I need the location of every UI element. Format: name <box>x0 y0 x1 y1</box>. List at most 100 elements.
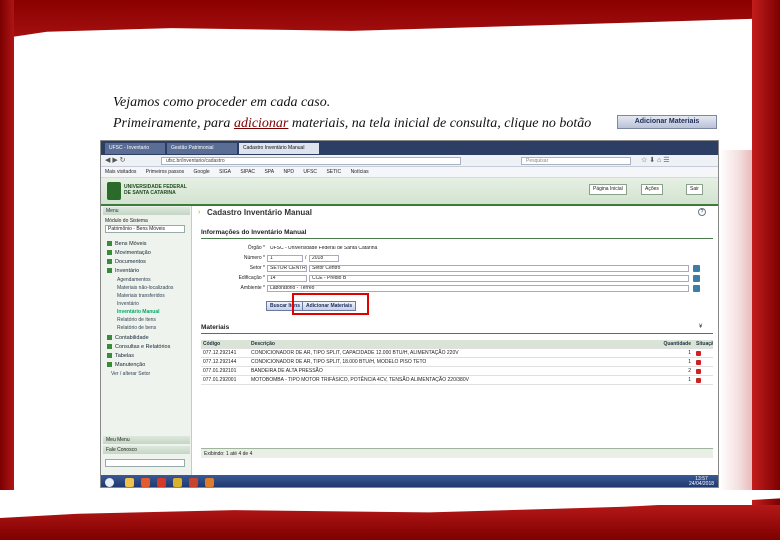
table-footer: Exibindo: 1 até 4 de 4 <box>201 448 713 458</box>
table-row[interactable]: 077.01.292001 MOTOBOMBA - TIPO MOTOR TRI… <box>201 376 713 385</box>
table-header-row: Código Descrição Quantidade Situação <box>201 340 713 349</box>
bookmark[interactable]: SETIC <box>326 169 341 175</box>
col-header[interactable]: Quantidade <box>661 340 691 348</box>
sidebar-subitem[interactable]: Agendamentos <box>117 277 151 283</box>
setor-code-field[interactable]: SETOR CENTRO <box>267 265 307 272</box>
field-label: Edificação * <box>238 275 265 281</box>
col-header[interactable]: Código <box>203 340 243 348</box>
folder-icon <box>107 250 112 256</box>
nav-arrows-icon[interactable]: ◀ ▶ ↻ <box>105 157 126 165</box>
edificacao-code-field[interactable]: 14 <box>267 275 307 282</box>
cell-qty: 1 <box>688 377 691 383</box>
title-arrow-icon: › <box>198 209 201 216</box>
numero-field[interactable]: 1 <box>267 255 303 262</box>
ano-field[interactable]: 2018 <box>309 255 339 262</box>
url-input[interactable]: ufsc.br/inventario/cadastro <box>161 157 461 165</box>
table-row[interactable]: 077.12.292141 CONDICIONADOR DE AR, TIPO … <box>201 349 713 358</box>
col-header[interactable]: Descrição <box>251 340 651 348</box>
lookup-icon[interactable] <box>693 275 700 282</box>
cell-code: 077.12.292141 <box>203 350 237 356</box>
sidebar-item-consultas[interactable]: Consultas e Relatórios <box>107 344 170 350</box>
sidebar-menu-header[interactable]: Menu <box>103 207 190 215</box>
delete-icon[interactable] <box>696 349 713 357</box>
slide-intro-text: Vejamos como proceder em cada caso. <box>113 95 331 110</box>
setor-name-field[interactable]: Setor Centro <box>309 265 689 272</box>
browser-tab[interactable]: UFSC - Inventario <box>105 143 165 154</box>
sidebar-item-tabelas[interactable]: Tabelas <box>107 353 134 359</box>
bookmark[interactable]: SPA <box>264 169 274 175</box>
chrome-icon[interactable] <box>173 478 182 487</box>
bookmark[interactable]: Notícias <box>351 169 369 175</box>
sidebar-subitem[interactable]: Materiais não-localizados <box>117 285 173 291</box>
my-menu-header[interactable]: Meu Menu <box>103 436 190 444</box>
change-sector-link[interactable]: Ver / alterar Setor <box>111 371 150 377</box>
sidebar-item-bens-moveis[interactable]: Bens Móveis <box>107 241 147 247</box>
bookmark[interactable]: Primeiros passos <box>146 169 184 175</box>
cell-code: 077.01.292101 <box>203 368 237 374</box>
instr-emphasis: adicionar <box>233 116 289 131</box>
field-label: Setor * <box>249 265 265 271</box>
browser-tab[interactable]: Gestão Patrimonial <box>167 143 237 154</box>
bookmark[interactable]: SIGA <box>219 169 231 175</box>
presentation-icon[interactable] <box>205 478 214 487</box>
delete-icon[interactable] <box>696 358 713 366</box>
add-materials-button-image[interactable]: Adicionar Materiais <box>617 115 717 129</box>
cell-qty: 1 <box>688 359 691 365</box>
section-divider <box>201 238 713 239</box>
bookmark[interactable]: Mais visitados <box>105 169 136 175</box>
collapse-icon[interactable]: ¥ <box>699 324 702 330</box>
actions-button[interactable]: Ações <box>641 184 663 195</box>
search-input[interactable]: Pesquisar <box>521 157 631 165</box>
folder-icon[interactable] <box>125 478 134 487</box>
table-row[interactable]: 077.01.292101 BANDEIRA DE ALTA PRESSÃO 2 <box>201 367 713 376</box>
app-icon[interactable] <box>189 478 198 487</box>
sidebar-subitem[interactable]: Relatório de itens <box>117 317 156 323</box>
cell-qty: 2 <box>688 368 691 374</box>
col-header[interactable]: Situação <box>696 340 713 348</box>
bookmark[interactable]: Google <box>194 169 210 175</box>
edificacao-name-field[interactable]: CCE - Prédio B <box>309 275 689 282</box>
delete-icon[interactable] <box>696 367 713 375</box>
module-select[interactable]: Patrimônio - Bens Móveis <box>105 225 185 233</box>
folder-icon <box>107 241 112 247</box>
bookmark[interactable]: SIPAC <box>240 169 255 175</box>
slide-left-band <box>0 0 14 540</box>
browser-toolbar-icons[interactable]: ☆ ⬇ ⌂ ☰ <box>641 156 669 164</box>
cell-desc: BANDEIRA DE ALTA PRESSÃO <box>251 368 323 374</box>
sidebar-subitem[interactable]: Inventário <box>117 301 139 307</box>
folder-icon <box>107 335 112 341</box>
sidebar-item-inventario[interactable]: Inventário <box>107 268 139 274</box>
slide-instruction: Primeiramente, para adicionar materiais,… <box>113 116 591 132</box>
bookmark[interactable]: NPD <box>283 169 294 175</box>
sidebar-item-manutencao[interactable]: Manutenção <box>107 362 145 368</box>
sidebar-search-input[interactable] <box>105 459 185 467</box>
help-icon[interactable]: ? <box>698 208 706 216</box>
instr-prefix: Primeiramente, para <box>113 116 234 131</box>
cell-desc: MOTOBOMBA - TIPO MOTOR TRIFÁSICO, POTÊNC… <box>251 377 469 383</box>
logout-button[interactable]: Sair <box>686 184 703 195</box>
sidebar-item-movimentacao[interactable]: Movimentação <box>107 250 151 256</box>
slash-separator: / <box>305 255 307 261</box>
clock: 13:57 24/04/2018 <box>689 476 715 487</box>
sidebar-subitem[interactable]: Relatório de bens <box>117 325 156 331</box>
field-label: Ambiente * <box>240 285 265 291</box>
home-button[interactable]: Página Inicial <box>589 184 627 195</box>
start-icon[interactable] <box>105 478 114 487</box>
delete-icon[interactable] <box>696 376 713 384</box>
bookmark[interactable]: UFSC <box>303 169 317 175</box>
sidebar-subitem-selected[interactable]: Inventário Manual <box>117 309 160 315</box>
materials-table: Código Descrição Quantidade Situação 077… <box>201 340 713 385</box>
table-row[interactable]: 077.12.292144 CONDICIONADOR DE AR, TIPO … <box>201 358 713 367</box>
module-label: Módulo do Sistema <box>105 218 148 224</box>
ambiente-field[interactable]: Laboratório - Térreo <box>267 285 689 292</box>
cell-code: 077.12.292144 <box>203 359 237 365</box>
sidebar-item-contabilidade[interactable]: Contabilidade <box>107 335 149 341</box>
pdf-icon[interactable] <box>157 478 166 487</box>
lookup-icon[interactable] <box>693 265 700 272</box>
lookup-icon[interactable] <box>693 285 700 292</box>
browser-tab-active[interactable]: Cadastro Inventário Manual <box>239 143 319 154</box>
sidebar-item-documentos[interactable]: Documentos <box>107 259 146 265</box>
firefox-icon[interactable] <box>141 478 150 487</box>
contact-header[interactable]: Fale Conosco <box>103 446 190 454</box>
sidebar-subitem[interactable]: Materiais transferidos <box>117 293 165 299</box>
